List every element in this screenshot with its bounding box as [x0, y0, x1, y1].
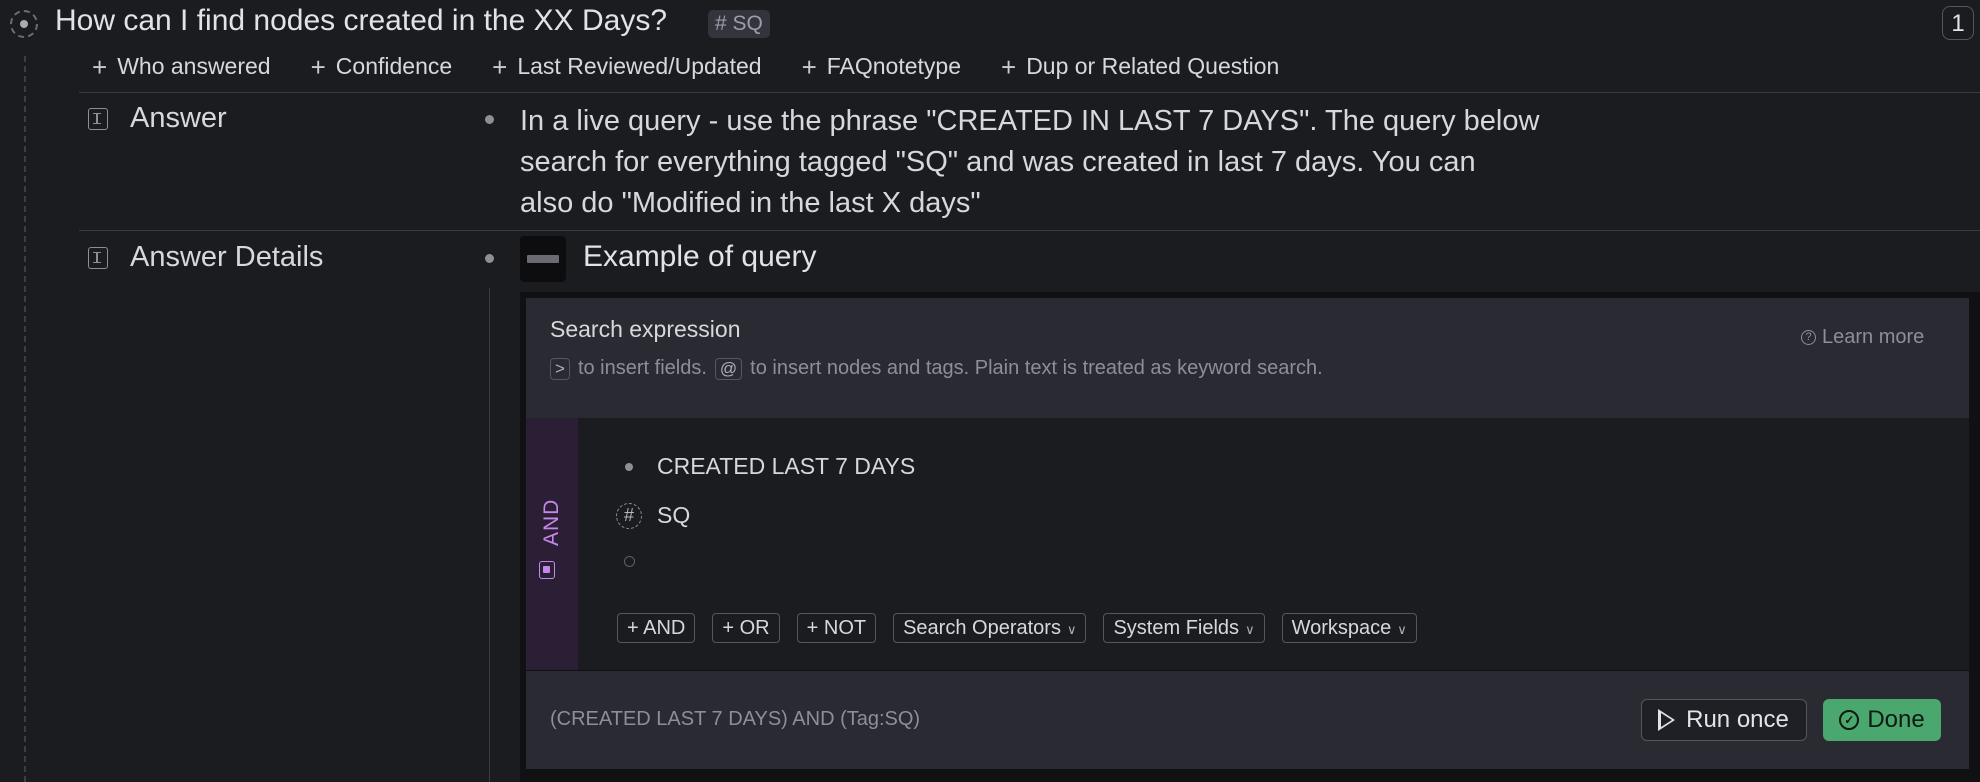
add-and-button[interactable]: + AND: [617, 613, 696, 643]
search-operators-dropdown[interactable]: Search Operators ∨: [893, 613, 1087, 643]
expression-bullet[interactable]: [625, 463, 633, 471]
answer-details-bullet[interactable]: [485, 254, 494, 263]
answer-value[interactable]: In a live query - use the phrase "CREATE…: [520, 101, 1660, 224]
empty-expression-bullet[interactable]: [624, 556, 635, 567]
node-title[interactable]: How can I find nodes created in the XX D…: [55, 4, 667, 38]
operator-label: AND: [540, 498, 563, 546]
operator-buttons: + AND + OR + NOT Search Operators ∨ Syste…: [617, 613, 1417, 643]
divider: [79, 92, 1980, 93]
done-label: Done: [1867, 706, 1925, 733]
plus-icon: +: [492, 51, 508, 82]
text-field-icon: [88, 108, 108, 130]
play-icon: [1658, 709, 1676, 731]
answer-line: also do "Modified in the last X days": [520, 187, 981, 219]
run-once-button[interactable]: Run once: [1641, 699, 1807, 741]
field-label-answer-details[interactable]: Answer Details: [130, 241, 323, 274]
plus-icon: +: [1001, 51, 1017, 82]
add-field-label: FAQnotetype: [826, 53, 961, 79]
add-field-faqnotetype[interactable]: + FAQnotetype: [802, 53, 961, 80]
plus-icon: +: [310, 51, 326, 82]
run-once-label: Run once: [1686, 706, 1789, 733]
search-panel-title: Search expression: [550, 316, 741, 342]
learn-more-label: Learn more: [1822, 326, 1925, 348]
chevron-down-icon: ∨: [1066, 622, 1077, 637]
add-field-label: Confidence: [335, 53, 453, 79]
add-field-row: + Who answered + Confidence + Last Reviewed…: [92, 53, 1319, 80]
tag-hash-icon[interactable]: #: [616, 503, 642, 529]
add-field-label: Last Reviewed/Updated: [517, 53, 762, 79]
add-field-confidence[interactable]: + Confidence: [311, 53, 453, 80]
node-bullet-icon[interactable]: [10, 10, 38, 38]
plus-icon: +: [92, 51, 108, 82]
child-guide-line: [489, 288, 490, 782]
add-field-label: Dup or Related Question: [1026, 53, 1280, 79]
query-thumbnail-icon[interactable]: [520, 236, 566, 282]
tag-chip-sq[interactable]: # SQ: [708, 10, 770, 38]
divider: [79, 230, 1980, 231]
add-not-button[interactable]: + NOT: [796, 613, 877, 643]
answer-bullet[interactable]: [485, 115, 494, 124]
dropdown-label: System Fields: [1113, 617, 1240, 639]
example-title[interactable]: Example of query: [583, 240, 816, 274]
help-text-fields: to insert fields.: [577, 357, 707, 379]
help-circle-icon: ?: [1801, 330, 1816, 345]
expression-tag[interactable]: SQ: [657, 502, 690, 529]
help-text-nodes: to insert nodes and tags. Plain text is …: [750, 357, 1323, 379]
operator-toggle[interactable]: AND: [530, 480, 574, 600]
dropdown-label: Workspace: [1291, 617, 1392, 639]
button-label: OR: [739, 617, 770, 639]
reference-count-badge[interactable]: 1: [1942, 6, 1974, 40]
search-help-text: > to insert fields. @ to insert nodes an…: [550, 357, 1323, 380]
button-label: AND: [643, 617, 686, 639]
answer-line: search for everything tagged "SQ" and wa…: [520, 146, 1476, 178]
key-hint-gt: >: [550, 357, 570, 380]
add-field-label: Who answered: [117, 53, 271, 79]
add-field-dup-related[interactable]: + Dup or Related Question: [1001, 53, 1279, 80]
check-circle-icon: ✓: [1839, 710, 1860, 730]
system-fields-dropdown[interactable]: System Fields ∨: [1103, 613, 1265, 643]
button-label: NOT: [823, 617, 867, 639]
expression-summary: (CREATED LAST 7 DAYS) AND (Tag:SQ): [550, 708, 921, 730]
node-children-guide: [24, 56, 26, 782]
add-or-button[interactable]: + OR: [712, 613, 780, 643]
expression-created[interactable]: CREATED LAST 7 DAYS: [657, 453, 915, 480]
plus-icon: +: [801, 51, 817, 82]
operator-switch-icon[interactable]: [539, 561, 555, 579]
workspace-dropdown[interactable]: Workspace ∨: [1281, 613, 1417, 643]
add-field-who-answered[interactable]: + Who answered: [92, 53, 271, 80]
text-field-icon: [88, 247, 108, 269]
add-field-last-reviewed[interactable]: + Last Reviewed/Updated: [492, 53, 761, 80]
field-label-answer[interactable]: Answer: [130, 102, 227, 135]
done-button[interactable]: ✓ Done: [1823, 699, 1941, 741]
dropdown-label: Search Operators: [903, 617, 1061, 639]
chevron-down-icon: ∨: [1245, 622, 1255, 637]
chevron-down-icon: ∨: [1397, 622, 1407, 637]
answer-line: In a live query - use the phrase "CREATE…: [520, 105, 1540, 137]
key-hint-at: @: [714, 357, 743, 380]
learn-more-link[interactable]: ? Learn more: [1801, 326, 1924, 349]
